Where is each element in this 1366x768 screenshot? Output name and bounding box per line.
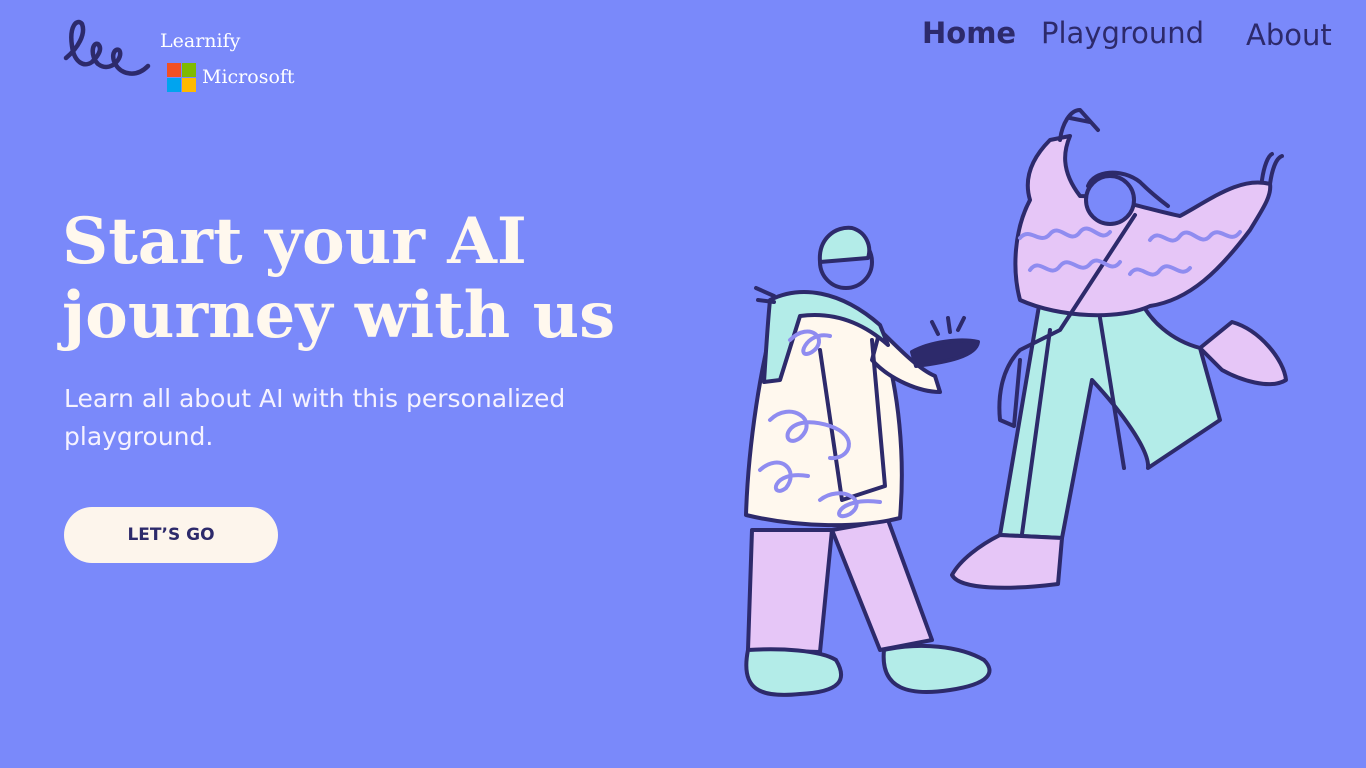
lets-go-button[interactable]: LET’S GO [64,507,278,563]
handwritten-lee-logo-icon [63,19,151,76]
nav-about-link[interactable]: About [1246,18,1332,52]
nav-home-link[interactable]: Home [922,16,1016,50]
hero-subtitle: Learn all about AI with this personalize… [64,384,566,451]
brand-name: Learnify [160,30,241,52]
partner-name: Microsoft [202,66,295,88]
microsoft-logo-icon [167,63,196,92]
home-logo-link[interactable] [62,18,154,90]
nav-playground-link[interactable]: Playground [1041,16,1204,50]
two-people-celebrating-illustration [744,108,1288,697]
hero-title: Start your AI journey with us [62,204,616,353]
